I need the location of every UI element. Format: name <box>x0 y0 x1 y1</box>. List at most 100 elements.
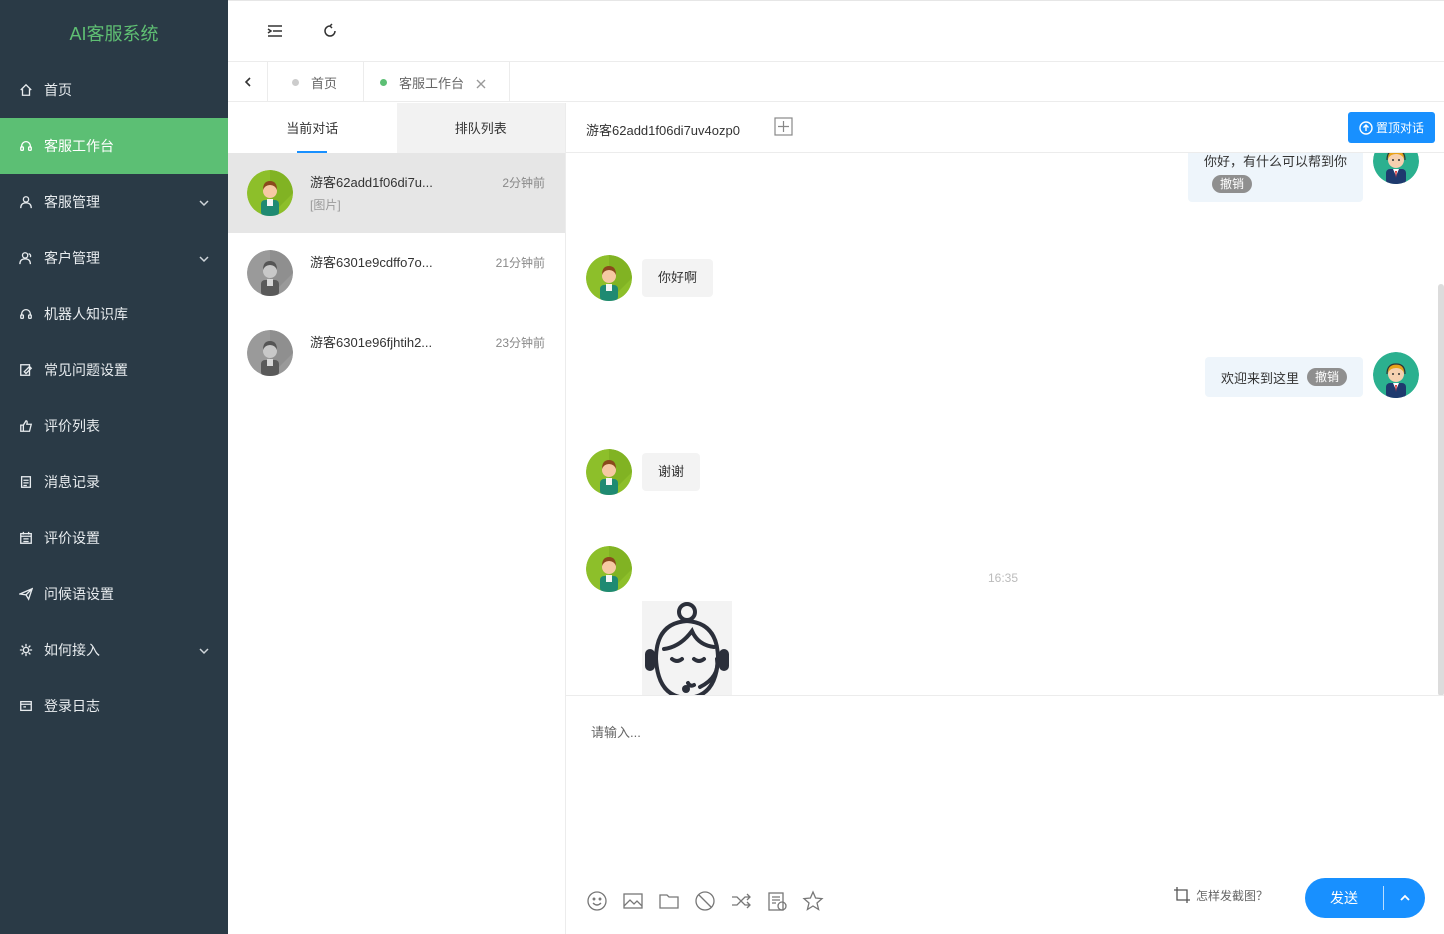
conversation-preview: [图片] <box>310 198 341 212</box>
chevron-down-icon <box>198 252 210 264</box>
visitor-avatar <box>586 449 632 495</box>
chevron-left-icon[interactable] <box>228 62 268 102</box>
sidebar-item-login-log[interactable]: 登录日志 <box>0 678 228 734</box>
message-image[interactable] <box>642 601 732 695</box>
users-icon <box>18 250 34 266</box>
screenshot-help-link[interactable]: 怎样发截图？ <box>1173 886 1268 904</box>
app-logo-title: AI客服系统 <box>69 24 159 44</box>
image-icon[interactable] <box>622 890 644 912</box>
sidebar-item-label: 客服工作台 <box>44 138 114 154</box>
message-input[interactable] <box>591 725 1391 740</box>
sidebar-item-home[interactable]: 首页 <box>0 62 228 118</box>
sidebar-item-faq-settings[interactable]: 常见问题设置 <box>0 342 228 398</box>
record-icon <box>18 474 34 490</box>
sidebar-item-label: 客服管理 <box>44 194 100 210</box>
chevron-down-icon <box>198 196 210 208</box>
chat-panel: 游客62add1f06di7uv4ozp0 置顶对话 你好，有什么可以帮到你 撤… <box>566 103 1444 934</box>
tab-label: 客服工作台 <box>399 75 465 91</box>
sidebar-item-review-settings[interactable]: 评价设置 <box>0 510 228 566</box>
sidebar-item-label: 如何接入 <box>44 642 100 658</box>
message-bubble-visitor: 你好啊 <box>642 259 714 297</box>
revoke-button[interactable]: 撤销 <box>1212 175 1253 193</box>
note-icon[interactable] <box>766 890 788 912</box>
sidebar-item-label: 评价列表 <box>44 418 100 434</box>
input-toolbar <box>586 890 838 912</box>
message-text: 欢迎来到这里 <box>1220 370 1299 386</box>
crop-icon <box>1173 887 1190 903</box>
conversation-name: 游客6301e96fjhtih2... <box>310 335 433 350</box>
sidebar-item-label: 机器人知识库 <box>44 306 128 322</box>
avatar <box>247 330 293 376</box>
home-icon <box>18 82 34 98</box>
sidebar-item-message-records[interactable]: 消息记录 <box>0 454 228 510</box>
ban-icon[interactable] <box>694 890 716 912</box>
emoji-icon[interactable] <box>586 890 608 912</box>
chat-scrollbar[interactable] <box>1438 284 1444 695</box>
message-bubble-agent: 欢迎来到这里 撤销 <box>1204 357 1363 397</box>
top-bar <box>228 0 1444 62</box>
add-icon[interactable] <box>774 117 793 136</box>
chat-title: 游客62add1f06di7uv4ozp0 <box>586 123 740 138</box>
visitor-avatar <box>586 546 632 592</box>
revoke-button[interactable]: 撤销 <box>1306 368 1347 386</box>
tab-queue-list[interactable]: 排队列表 <box>396 103 565 153</box>
tab-status-dot <box>380 78 387 86</box>
tab-status-dot <box>292 78 299 86</box>
conversation-item[interactable]: 游客62add1f06di7u... 2分钟前 [图片] <box>228 153 565 233</box>
tab-current-conversations[interactable]: 当前对话 <box>228 103 397 153</box>
conversation-time: 21分钟前 <box>495 256 545 270</box>
sidebar-item-how-to-integrate[interactable]: 如何接入 <box>0 622 228 678</box>
message-bubble-agent: 你好，有什么可以帮到你 撤销 <box>1188 153 1363 202</box>
user-icon <box>18 194 34 210</box>
transfer-icon[interactable] <box>730 890 752 912</box>
agent-avatar <box>1373 153 1419 184</box>
sidebar-item-robot-knowledge[interactable]: 机器人知识库 <box>0 286 228 342</box>
edit-doc-icon <box>18 362 34 378</box>
headset-agent-face-icon <box>645 602 729 695</box>
message-bubble-visitor: 谢谢 <box>642 453 701 491</box>
sidebar-item-label: 问候语设置 <box>44 586 114 602</box>
send-button-label: 发送 <box>1330 890 1358 906</box>
sidebar-item-label: 客户管理 <box>44 250 100 266</box>
conversation-name: 游客62add1f06di7u... <box>310 175 433 190</box>
tab-agent-workbench[interactable]: 客服工作台 <box>364 62 510 102</box>
sidebar-item-label: 常见问题设置 <box>44 362 128 378</box>
message-list[interactable]: 你好，有什么可以帮到你 撤销 你好啊 欢迎来到这里 撤销 谢谢 16:35 <box>566 153 1444 696</box>
conversation-item[interactable]: 游客6301e96fjhtih2... 23分钟前 <box>228 313 565 393</box>
tab-home[interactable]: 首页 <box>268 62 364 102</box>
sidebar-item-customer-management[interactable]: 客户管理 <box>0 230 228 286</box>
sidebar-item-label: 登录日志 <box>44 698 100 714</box>
star-icon[interactable] <box>802 890 824 912</box>
sidebar-item-review-list[interactable]: 评价列表 <box>0 398 228 454</box>
conversation-tabs: 当前对话 排队列表 <box>228 103 565 153</box>
conversation-time: 2分钟前 <box>502 176 545 190</box>
screenshot-help-label: 怎样发截图？ <box>1195 888 1268 903</box>
folder-icon[interactable] <box>658 890 680 912</box>
chevron-up-icon[interactable] <box>1384 892 1425 904</box>
visitor-avatar <box>586 255 632 301</box>
close-icon[interactable] <box>476 77 486 89</box>
conversation-name: 游客6301e9cdffo7o... <box>310 255 433 270</box>
thumbs-up-icon <box>18 418 34 434</box>
avatar <box>247 250 293 296</box>
avatar <box>247 170 293 216</box>
fold-menu-icon[interactable] <box>265 21 285 41</box>
sidebar-item-label: 评价设置 <box>44 530 100 546</box>
sidebar-item-agent-workbench[interactable]: 客服工作台 <box>0 118 228 174</box>
tab-label: 首页 <box>311 75 338 91</box>
sidebar-item-agent-management[interactable]: 客服管理 <box>0 174 228 230</box>
conversation-item[interactable]: 游客6301e9cdffo7o... 21分钟前 <box>228 233 565 313</box>
sidebar-item-label: 消息记录 <box>44 474 100 490</box>
calendar-icon <box>18 530 34 546</box>
pin-up-icon <box>1359 120 1373 135</box>
conversation-time: 23分钟前 <box>495 336 545 350</box>
refresh-icon[interactable] <box>320 21 340 41</box>
sidebar-item-label: 首页 <box>44 82 72 98</box>
pin-conversation-button[interactable]: 置顶对话 <box>1348 112 1435 143</box>
page-tabs-bar: 首页 客服工作台 <box>228 62 1444 102</box>
log-icon <box>18 698 34 714</box>
send-button[interactable]: 发送 <box>1305 878 1425 918</box>
chat-header: 游客62add1f06di7uv4ozp0 置顶对话 <box>566 103 1444 153</box>
sidebar-item-greeting-settings[interactable]: 问候语设置 <box>0 566 228 622</box>
agent-avatar <box>1373 352 1419 398</box>
